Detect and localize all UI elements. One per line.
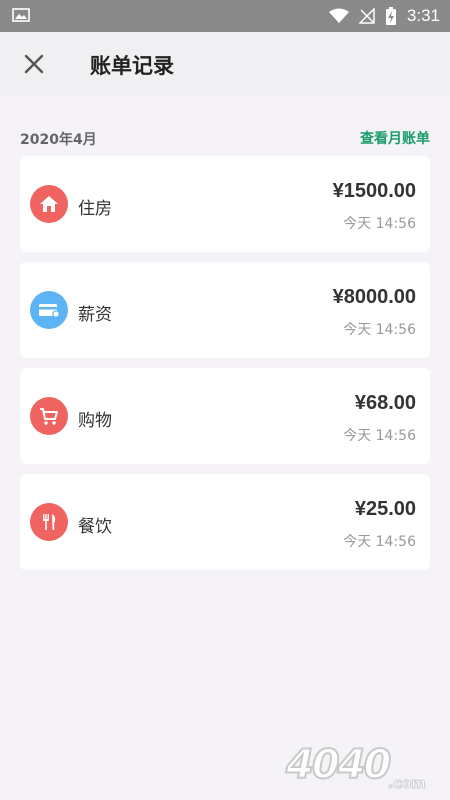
amount: ¥68.00 (354, 392, 416, 414)
category-icon-circle (30, 291, 68, 329)
status-bar: 3:31 (0, 0, 450, 32)
month-row: 2020年4月 查看月账单 (20, 126, 430, 150)
battery-charging-icon (385, 7, 396, 25)
status-time: 3:31 (406, 6, 440, 25)
category-name: 购物 (78, 411, 112, 431)
home-icon (40, 196, 58, 212)
amount: ¥1500.00 (332, 180, 416, 202)
image-notification-icon (12, 8, 30, 22)
page-title: 账单记录 (90, 54, 174, 78)
watermark-logo: 4040 .com (284, 741, 426, 793)
category-name: 住房 (78, 199, 112, 219)
record-time: 今天 14:56 (343, 216, 416, 232)
close-icon (24, 54, 44, 74)
wifi-icon (328, 8, 349, 23)
category-name: 薪资 (78, 305, 112, 325)
wallet-card-icon (39, 304, 60, 318)
record-time: 今天 14:56 (343, 534, 416, 550)
category-icon-circle (30, 503, 68, 541)
bill-record-salary[interactable]: 薪资 ¥8000.00 今天 14:56 (20, 262, 430, 358)
bill-list: 2020年4月 查看月账单 住房 ¥1500.00 今天 14:56 薪资 ¥8… (0, 96, 450, 800)
shopping-cart-icon (40, 408, 58, 425)
category-icon-circle (30, 185, 68, 223)
category-name: 餐饮 (78, 517, 112, 537)
record-time: 今天 14:56 (343, 322, 416, 338)
category-icon-circle (30, 397, 68, 435)
fork-knife-icon (43, 514, 56, 530)
bill-record-housing[interactable]: 住房 ¥1500.00 今天 14:56 (20, 156, 430, 252)
svg-text:.com: .com (388, 776, 426, 792)
app-header: 账单记录 (0, 32, 450, 96)
no-signal-icon (358, 8, 375, 24)
close-button[interactable] (18, 48, 50, 80)
view-monthly-bill-link[interactable]: 查看月账单 (360, 128, 430, 148)
month-label: 2020年4月 (20, 132, 97, 148)
bill-record-shopping[interactable]: 购物 ¥68.00 今天 14:56 (20, 368, 430, 464)
bill-record-dining[interactable]: 餐饮 ¥25.00 今天 14:56 (20, 474, 430, 570)
amount: ¥25.00 (354, 498, 416, 520)
amount: ¥8000.00 (332, 286, 416, 308)
svg-text:4040: 4040 (285, 742, 390, 788)
record-time: 今天 14:56 (343, 428, 416, 444)
